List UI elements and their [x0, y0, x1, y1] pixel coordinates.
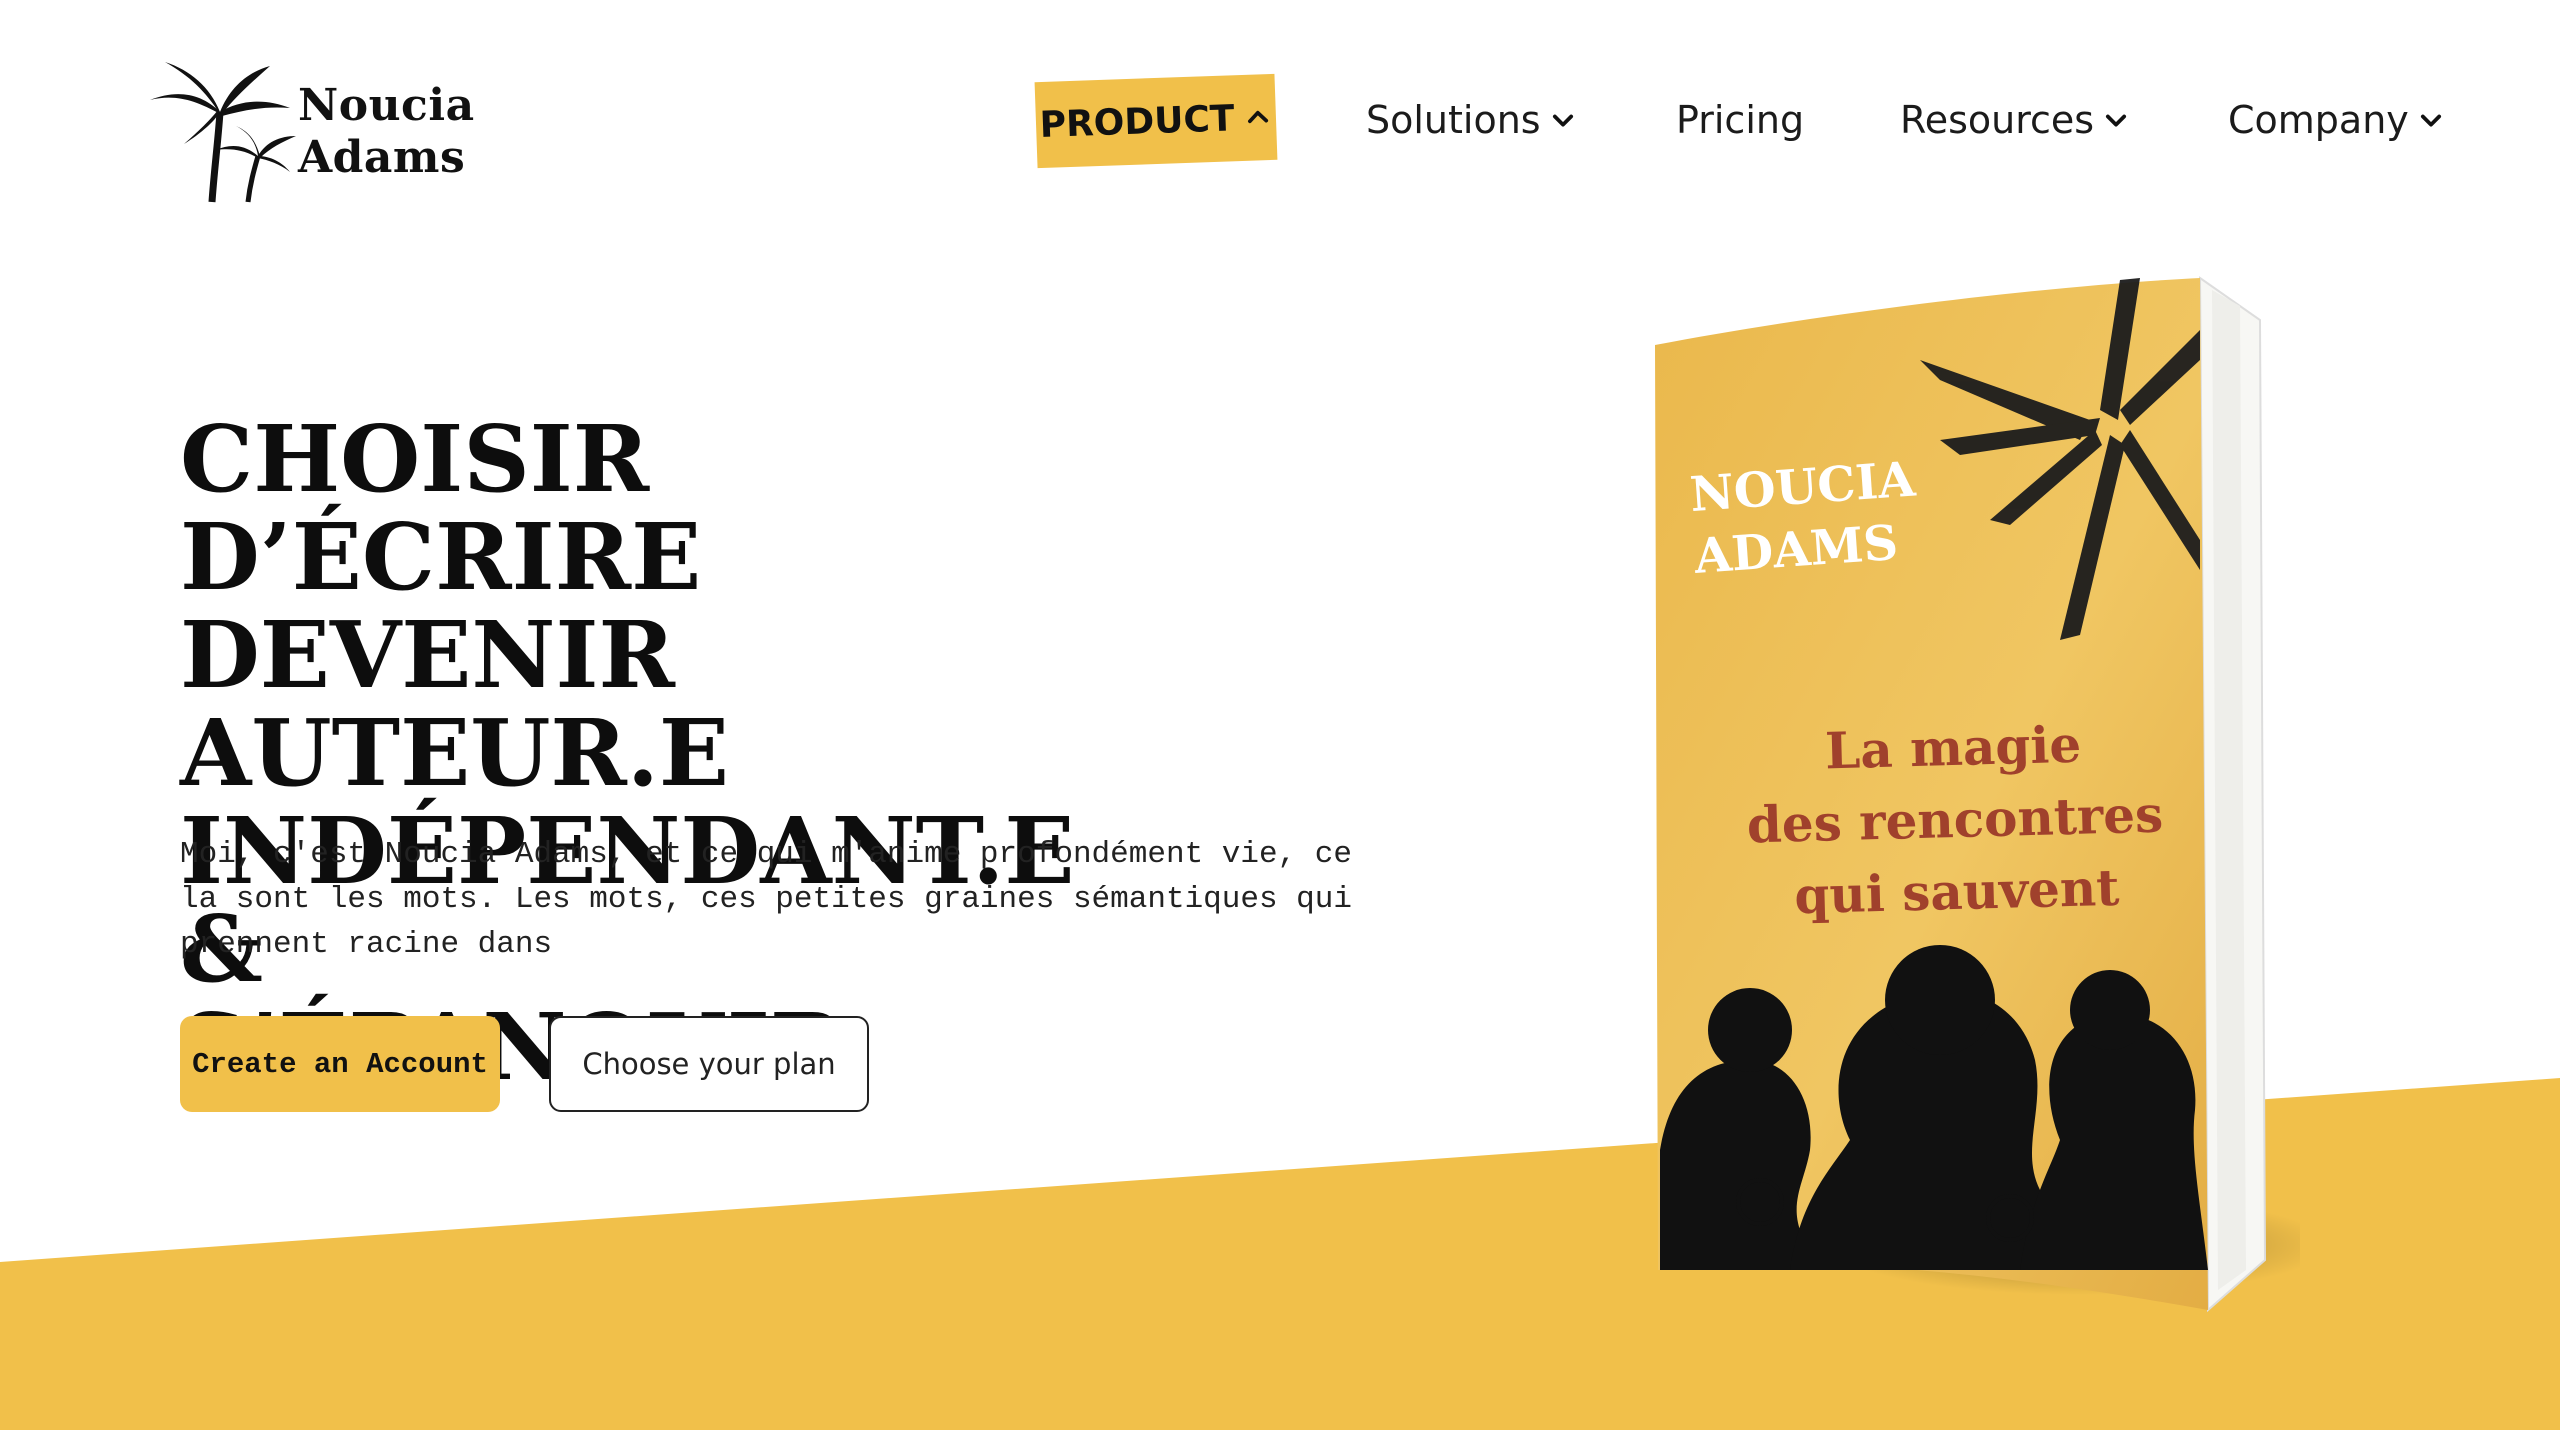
hero-title: CHOISIR D’ÉCRIRE DEVENIR AUTEUR.E INDÉPE…	[180, 410, 1180, 1096]
chevron-up-icon	[1248, 110, 1269, 124]
book-title: La magie des rencontres qui sauvent	[1737, 706, 2173, 933]
nav-resources[interactable]: Resources	[1900, 98, 2130, 142]
hero-description-line: prennent racine dans	[180, 927, 553, 962]
book-title-line: qui sauvent	[1793, 857, 2121, 926]
brand-name-line1: Noucia	[298, 80, 475, 131]
nav-solutions[interactable]: Solutions	[1366, 98, 1577, 142]
chevron-down-icon	[2106, 114, 2127, 127]
brand-name-line2: Adams	[298, 132, 466, 183]
nav-pricing-label: Pricing	[1676, 98, 1805, 142]
nav-company-label: Company	[2228, 98, 2409, 142]
hero-title-line: DEVENIR AUTEUR.E	[180, 601, 730, 807]
nav-resources-label: Resources	[1900, 98, 2095, 142]
chevron-down-icon	[2420, 114, 2441, 127]
nav-company[interactable]: Company	[2228, 98, 2445, 142]
nav-pricing[interactable]: Pricing	[1676, 98, 1804, 142]
hero-description-line: Moi, c'est Noucia Adams, et ce qui m'ani…	[180, 837, 1352, 872]
choose-plan-button[interactable]: Choose your plan	[549, 1016, 869, 1112]
book-title-line: La magie	[1824, 714, 2082, 781]
nav-solutions-label: Solutions	[1366, 98, 1541, 142]
hero-description-line: la sont les mots. Les mots, ces petites …	[180, 882, 1352, 917]
main-navigation: PRODUCT Solutions Pricing Resources Comp…	[1030, 72, 2450, 172]
hero-title-line: CHOISIR D’ÉCRIRE	[180, 405, 702, 611]
nav-product[interactable]: PRODUCT	[1034, 73, 1278, 169]
nav-product-label: PRODUCT	[1038, 97, 1236, 146]
book-author: NOUCIA ADAMS	[1688, 446, 1956, 588]
brand-logo[interactable]: Noucia Adams	[140, 52, 480, 212]
palm-trees-icon	[150, 62, 296, 203]
chevron-down-icon	[1552, 114, 1573, 127]
create-account-button[interactable]: Create an Account	[180, 1016, 500, 1112]
brand-name: Noucia Adams	[298, 80, 475, 184]
hero-description: Moi, c'est Noucia Adams, et ce qui m'ani…	[180, 832, 1420, 967]
book-title-line: des rencontres	[1746, 784, 2164, 855]
